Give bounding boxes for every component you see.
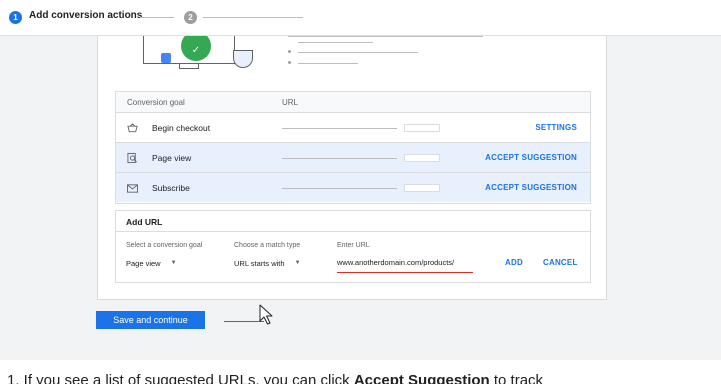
add-button[interactable]: ADD: [505, 258, 523, 267]
match-type-select[interactable]: URL starts with ▼: [234, 257, 301, 269]
match-type-label: Choose a match type: [234, 242, 301, 249]
url-placeholder-line: [282, 128, 397, 129]
url-placeholder-box: [404, 184, 440, 192]
accept-suggestion-button[interactable]: ACCEPT SUGGESTION: [485, 183, 577, 192]
column-header-url: URL: [282, 98, 299, 107]
row-label: Page view: [152, 153, 192, 163]
url-placeholder-line: [282, 188, 397, 189]
caption-bold: Accept Suggestion: [353, 372, 490, 384]
caption-suffix: to track: [489, 372, 544, 384]
content-area: ✓ Conversion goal URL Begin checkout SET…: [0, 26, 721, 360]
add-url-panel: Add URL Select a conversion goal Page vi…: [115, 210, 591, 283]
dropdown-arrow-icon: ▼: [170, 260, 177, 266]
conversion-goal-value: Page view: [126, 258, 161, 268]
conversion-goal-select[interactable]: Page view ▼: [126, 257, 177, 269]
column-header-goal: Conversion goal: [127, 98, 185, 107]
basket-icon: [127, 123, 138, 133]
illustration: ✓: [143, 26, 273, 74]
table-row: Begin checkout SETTINGS: [116, 113, 590, 143]
url-placeholder-line: [282, 158, 397, 159]
conversion-goals-table: Conversion goal URL Begin checkout SETTI…: [115, 91, 591, 204]
chip-icon: [161, 53, 171, 63]
step-1-indicator: 1: [9, 11, 22, 24]
step-2-indicator[interactable]: 2: [184, 11, 197, 24]
cancel-button[interactable]: CANCEL: [543, 258, 578, 267]
stepper-header: 1 Add conversion actions 2: [0, 0, 721, 36]
add-url-title: Add URL: [116, 211, 590, 232]
monitor-stand: [179, 64, 199, 69]
match-type-value: URL starts with: [234, 258, 285, 268]
url-placeholder-box: [404, 124, 440, 132]
url-placeholder-box: [404, 154, 440, 162]
page-view-icon: [127, 152, 138, 164]
instruction-caption: 1. If you see a list of suggested URLs, …: [7, 372, 543, 384]
url-input[interactable]: www.anotherdomain.com/products/: [337, 257, 473, 273]
envelope-icon: [127, 183, 138, 193]
row-label: Begin checkout: [152, 123, 211, 133]
table-row: Page view ACCEPT SUGGESTION: [116, 143, 590, 173]
step-1-label: Add conversion actions: [29, 10, 143, 21]
goal-select-label: Select a conversion goal: [126, 242, 203, 249]
url-input-label: Enter URL: [337, 242, 370, 249]
conversion-card: ✓ Conversion goal URL Begin checkout SET…: [97, 26, 607, 300]
step-2-placeholder-line: [203, 17, 303, 18]
table-header: Conversion goal URL: [116, 92, 590, 113]
caption-prefix: 1. If you see a list of suggested URLs, …: [7, 372, 354, 384]
settings-button[interactable]: SETTINGS: [535, 123, 577, 132]
table-row: Subscribe ACCEPT SUGGESTION: [116, 173, 590, 202]
accept-suggestion-button[interactable]: ACCEPT SUGGESTION: [485, 153, 577, 162]
dropdown-arrow-icon: ▼: [294, 260, 301, 266]
mouse-pointer-icon: [258, 304, 278, 331]
save-and-continue-button[interactable]: Save and continue: [96, 311, 205, 329]
row-label: Subscribe: [152, 183, 190, 193]
stepper-connector: [140, 17, 174, 18]
mug-icon: [233, 50, 253, 68]
